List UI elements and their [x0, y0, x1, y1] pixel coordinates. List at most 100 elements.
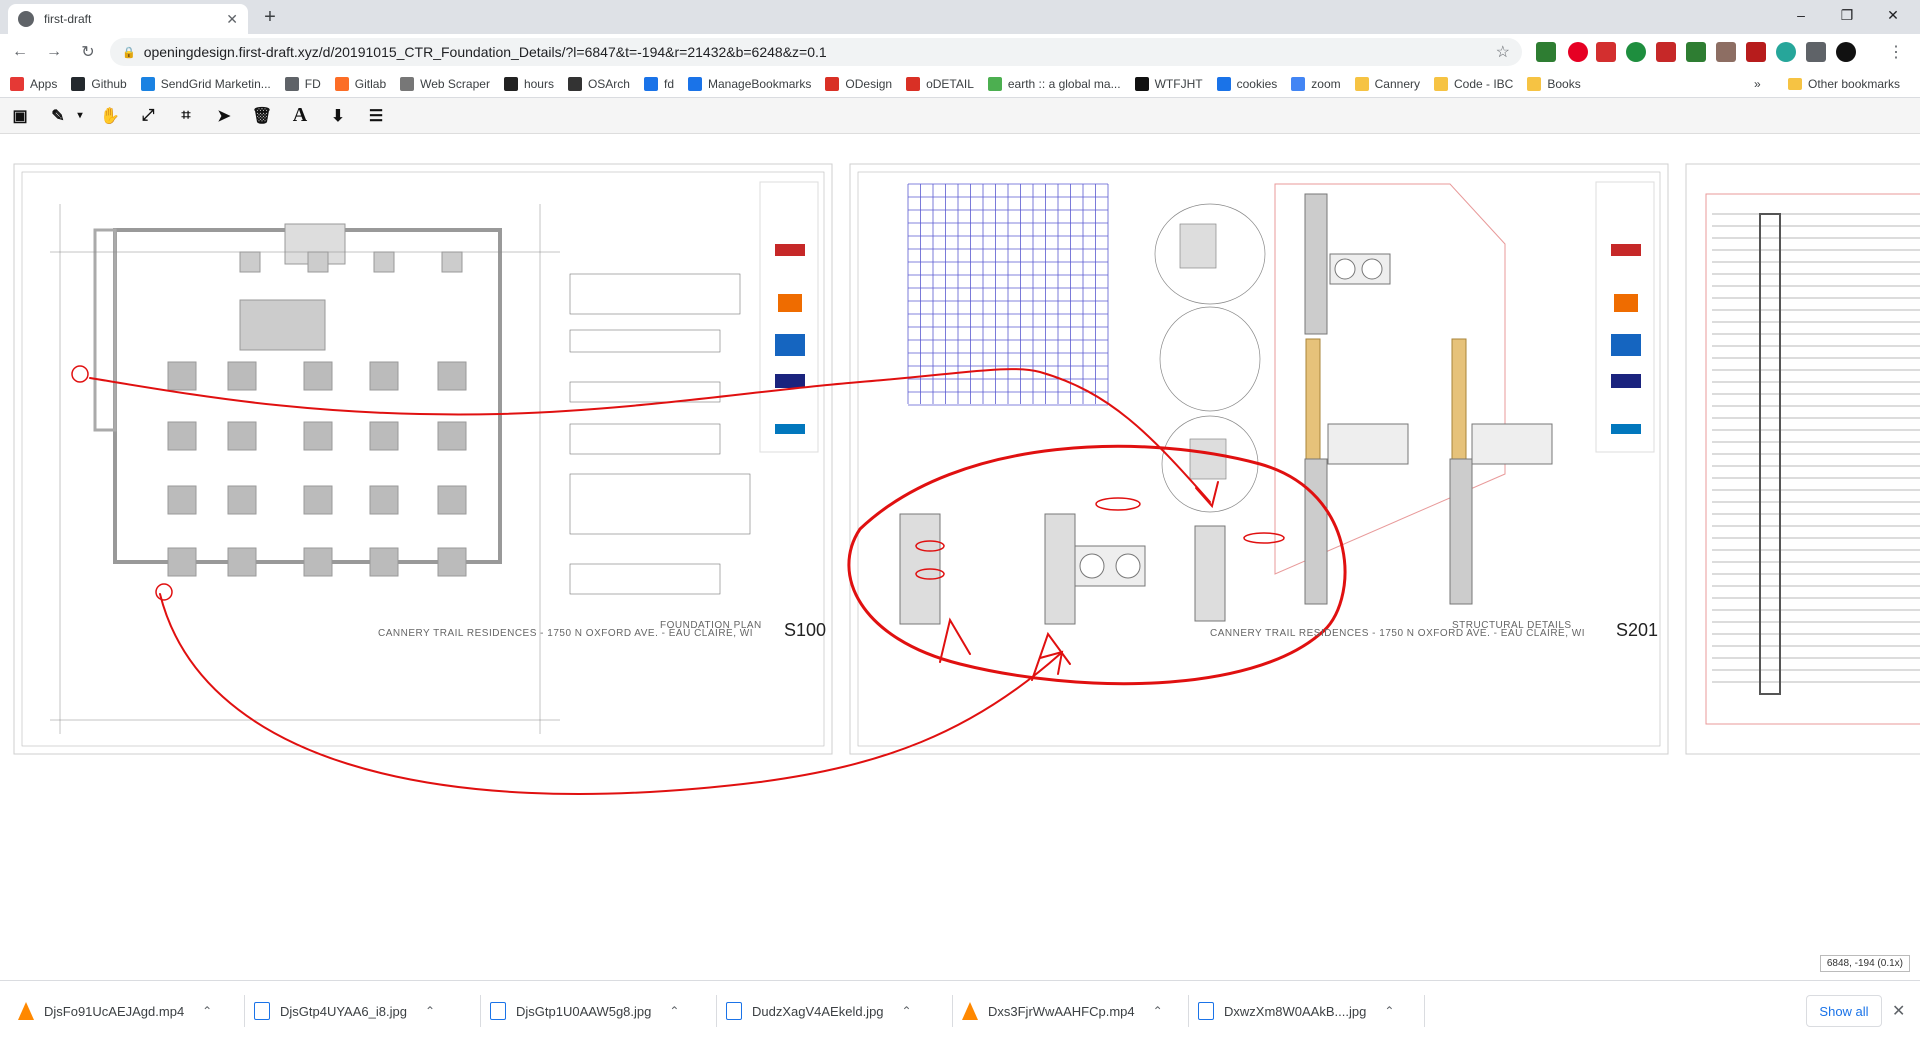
image-file-icon: [726, 1002, 742, 1020]
bookmark-item[interactable]: SendGrid Marketin...: [140, 76, 271, 91]
bookmark-item[interactable]: Github: [71, 76, 127, 91]
window-close-button[interactable]: ✕: [1870, 0, 1916, 30]
extension-icon[interactable]: [1686, 42, 1706, 62]
extension-icon[interactable]: [1596, 42, 1616, 62]
text-tool-icon[interactable]: A: [286, 103, 314, 129]
puzzle-icon[interactable]: [1806, 42, 1826, 62]
bookmark-item[interactable]: FD: [284, 76, 321, 91]
web-scraper-icon: [400, 76, 415, 91]
download-item[interactable]: DjsGtp4UYAA6_i8.jpg ⌃: [254, 995, 435, 1027]
bookmark-label: zoom: [1311, 76, 1341, 91]
address-bar[interactable]: 🔒 openingdesign.first-draft.xyz/d/201910…: [110, 38, 1522, 66]
hours-icon: [503, 76, 518, 91]
download-item[interactable]: DudzXagV4AEkeld.jpg ⌃: [726, 995, 912, 1027]
download-icon[interactable]: ⬇: [324, 103, 352, 129]
bookmarks-overflow-button[interactable]: »: [1754, 70, 1761, 98]
download-item[interactable]: Dxs3FjrWwAAHFCp.mp4 ⌃: [962, 995, 1163, 1027]
bookmark-item[interactable]: OSArch: [567, 76, 630, 91]
lock-icon[interactable]: 🔒: [122, 46, 136, 59]
image-file-icon: [1198, 1002, 1214, 1020]
download-filename: DjsGtp4UYAA6_i8.jpg: [280, 1003, 407, 1019]
settings-sliders-icon[interactable]: ☰: [362, 103, 390, 129]
trash-icon[interactable]: 🗑: [248, 103, 276, 129]
bookmark-item[interactable]: earth :: a global ma...: [987, 76, 1121, 91]
footing-pad: [303, 421, 333, 451]
bookmark-item[interactable]: ManageBookmarks: [688, 76, 811, 91]
bookmark-item[interactable]: Code - IBC: [1433, 76, 1514, 91]
gmail-icon: [906, 76, 921, 91]
bookmark-label: Code - IBC: [1453, 76, 1514, 91]
extension-icon[interactable]: [1776, 42, 1796, 62]
gitlab-icon: [334, 76, 349, 91]
pointer-icon[interactable]: ➤: [210, 103, 238, 129]
bookmark-item[interactable]: hours: [503, 76, 554, 91]
footing-pad: [167, 547, 197, 577]
bookmark-label: earth :: a global ma...: [1007, 76, 1121, 91]
extension-icon[interactable]: [1746, 42, 1766, 62]
footing-pad: [369, 421, 399, 451]
footing-pad: [167, 421, 197, 451]
bookmark-item[interactable]: cookies: [1216, 76, 1277, 91]
chevron-up-icon[interactable]: ⌃: [202, 1004, 212, 1018]
github-icon: [71, 76, 86, 91]
bookmark-item[interactable]: Books: [1527, 76, 1581, 91]
pan-hand-icon[interactable]: ✋: [96, 103, 124, 129]
download-item[interactable]: DxwzXm8W0AAkB....jpg ⌃: [1198, 995, 1394, 1027]
image-icon[interactable]: ▣: [6, 103, 34, 129]
minimize-button[interactable]: –: [1778, 0, 1824, 30]
forward-icon[interactable]: →: [40, 43, 68, 61]
bookmark-item[interactable]: fd: [643, 76, 674, 91]
bookmark-item[interactable]: WTFJHT: [1134, 76, 1203, 91]
pocket-icon[interactable]: [1656, 42, 1676, 62]
url-text[interactable]: openingdesign.first-draft.xyz/d/20191015…: [144, 44, 1496, 60]
chevron-up-icon[interactable]: ⌃: [669, 1004, 679, 1018]
bookmark-item[interactable]: Gitlab: [334, 76, 386, 91]
bookmark-star-icon[interactable]: ☆: [1496, 42, 1510, 62]
chevron-up-icon[interactable]: ⌃: [425, 1004, 435, 1018]
maximize-button[interactable]: ❐: [1824, 0, 1870, 30]
crop-icon[interactable]: ⌗: [172, 103, 200, 129]
back-icon[interactable]: ←: [6, 43, 34, 61]
doc-icon: [1291, 76, 1306, 91]
bookmark-item[interactable]: Apps: [10, 76, 57, 91]
drawing-svg: [13, 163, 1920, 795]
extension-icon[interactable]: [1716, 42, 1736, 62]
footing-pad: [369, 485, 399, 515]
close-icon[interactable]: ✕: [1892, 1001, 1905, 1021]
footing-pad: [303, 547, 333, 577]
folder-icon: [1354, 76, 1369, 91]
download-item[interactable]: DjsFo91UcAEJAgd.mp4 ⌃: [18, 995, 212, 1027]
menu-kebab-icon[interactable]: ⋮: [1882, 42, 1910, 62]
extension-icon[interactable]: [1536, 42, 1556, 62]
pencil-icon[interactable]: ✎: [44, 103, 72, 129]
fit-screen-icon[interactable]: ⤢: [134, 103, 162, 129]
new-tab-button[interactable]: +: [258, 6, 282, 29]
show-all-button[interactable]: Show all: [1806, 995, 1882, 1027]
folder-icon: [1527, 76, 1542, 91]
avatar[interactable]: [1836, 42, 1856, 62]
bookmark-item[interactable]: Web Scraper: [400, 76, 490, 91]
browser-tab[interactable]: first-draft ✕: [8, 4, 248, 34]
footing-pad: [303, 485, 333, 515]
bookmark-item[interactable]: zoom: [1291, 76, 1341, 91]
tab-close-icon[interactable]: ✕: [226, 11, 238, 28]
bookmark-label: OSArch: [587, 76, 630, 91]
divider: [1188, 995, 1189, 1027]
reload-icon[interactable]: ↻: [74, 42, 102, 62]
bookmark-item[interactable]: oDETAIL: [906, 76, 974, 91]
bookmark-item[interactable]: ODesign: [825, 76, 893, 91]
extension-icon[interactable]: [1626, 42, 1646, 62]
bookmark-item[interactable]: Cannery: [1354, 76, 1420, 91]
chevron-up-icon[interactable]: ⌃: [902, 1004, 912, 1018]
bookmark-label: oDETAIL: [926, 76, 974, 91]
drawing-canvas[interactable]: CANNERY TRAIL RESIDENCES - 1750 N OXFORD…: [0, 134, 1920, 980]
download-item[interactable]: DjsGtp1U0AAW5g8.jpg ⌃: [490, 995, 679, 1027]
bookmark-label: ODesign: [845, 76, 893, 91]
sheet-label: STRUCTURAL DETAILS: [1452, 620, 1572, 631]
pinterest-icon[interactable]: [1568, 42, 1588, 62]
chevron-up-icon[interactable]: ⌃: [1384, 1004, 1394, 1018]
other-bookmarks[interactable]: Other bookmarks: [1788, 70, 1900, 98]
chevron-down-icon[interactable]: ▾: [74, 103, 86, 129]
chevron-up-icon[interactable]: ⌃: [1153, 1004, 1163, 1018]
divider: [716, 995, 717, 1027]
